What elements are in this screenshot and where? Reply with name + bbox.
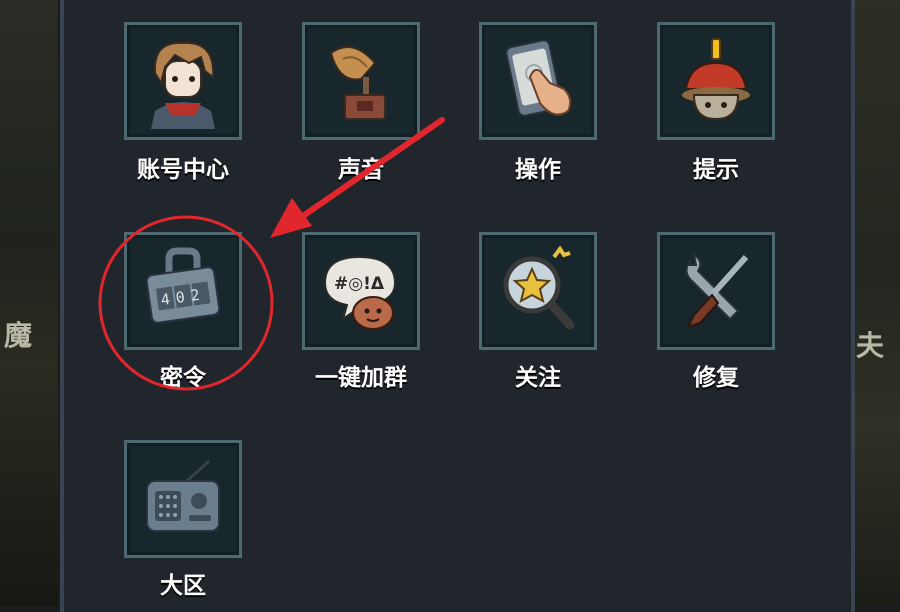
gramophone-icon [329,45,386,120]
controls-label: 操作 [515,157,561,183]
alert-mushroom-icon [682,38,750,121]
sound-label: 声音 [338,157,384,183]
repair-button[interactable] [657,232,775,350]
background-left-strip [0,0,58,606]
region-button[interactable] [124,440,242,558]
combination-lock-icon: 402 [145,247,221,324]
follow-label: 关注 [515,365,561,391]
join-group-label: 一键加群 [315,365,407,391]
controls-button[interactable] [479,22,597,140]
account-center-label: 账号中心 [137,157,229,183]
follow-button[interactable] [479,232,597,350]
secret-code-button[interactable]: 402 [124,232,242,350]
bubble-text: #◎!Δ [334,274,385,294]
wrench-screwdriver-icon [685,252,749,329]
avatar-icon [151,41,215,129]
account-center-button[interactable] [124,22,242,140]
radio-icon [146,459,220,532]
magnifier-star-icon [503,245,575,330]
join-group-button[interactable]: #◎!Δ [302,232,420,350]
sound-button[interactable] [302,22,420,140]
background-left-text: 魔 [4,319,33,352]
chat-bubble-icon: #◎!Δ [323,255,397,330]
touch-phone-icon [505,39,572,117]
background-right-strip [850,0,900,606]
region-label: 大区 [160,573,206,599]
tips-label: 提示 [693,157,739,183]
repair-label: 修复 [693,365,739,391]
background-right-text: 夫 [856,329,885,362]
secret-code-label: 密令 [160,365,206,391]
tips-button[interactable] [657,22,775,140]
